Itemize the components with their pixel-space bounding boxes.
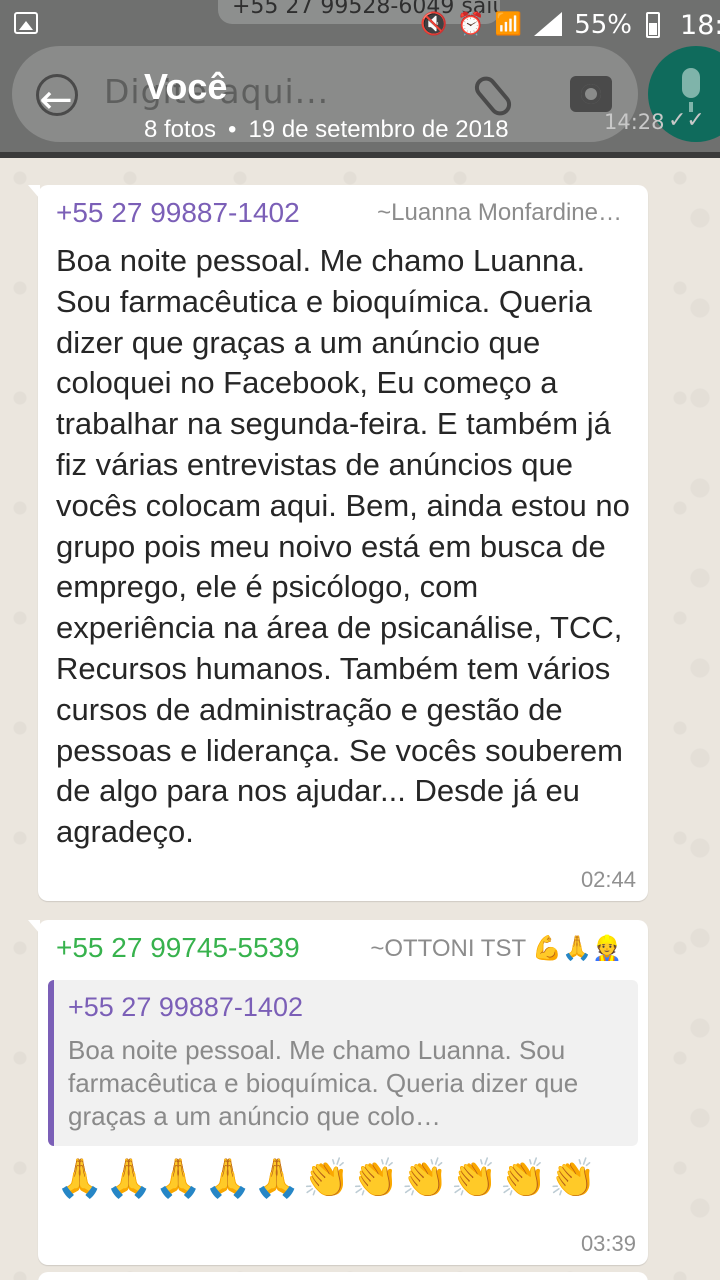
quoted-sender: +55 27 99887-1402 bbox=[68, 992, 303, 1022]
page-title: Você bbox=[144, 66, 228, 107]
message-time: 03:39 bbox=[580, 1231, 636, 1256]
wifi-icon: 📶 bbox=[494, 12, 523, 37]
message-bubble[interactable]: +55 27 99887-1402 ~Luanna Monfardine… Bo… bbox=[28, 185, 648, 901]
signal-icon bbox=[532, 12, 563, 38]
read-ticks-icon: ✓✓ bbox=[668, 108, 705, 133]
battery-icon bbox=[646, 12, 661, 38]
status-bar: 🔇 ⏰ 📶 55% 18:53 bbox=[0, 0, 720, 50]
gallery-notification-icon bbox=[14, 12, 38, 34]
battery-percent: 55% bbox=[574, 10, 633, 40]
photo-count: 8 fotos bbox=[144, 116, 217, 143]
status-icons: 🔇 ⏰ 📶 55% 18:53 bbox=[420, 8, 720, 42]
camera-icon[interactable] bbox=[570, 76, 612, 112]
quote-accent-bar bbox=[48, 980, 54, 1146]
message-nickname: ~OTTONI TST 💪🙏👷 bbox=[370, 935, 622, 962]
message-bubble[interactable]: +55 27 99745-5539 ~OTTONI TST 💪🙏👷 +55 27… bbox=[28, 920, 648, 1265]
message-text: 🙏🙏🙏🙏🙏👏👏👏👏👏👏 bbox=[56, 1156, 599, 1200]
photo-date: 19 de setembro de 2018 bbox=[248, 116, 509, 143]
message-sender[interactable]: +55 27 99887-1402 bbox=[56, 197, 300, 229]
attach-icon[interactable] bbox=[470, 72, 516, 120]
quoted-message[interactable]: +55 27 99887-1402 Boa noite pessoal. Me … bbox=[48, 980, 638, 1146]
back-arrow-icon[interactable]: ← bbox=[34, 78, 78, 122]
message-nickname: ~Luanna Monfardine… bbox=[377, 199, 622, 226]
message-sender[interactable]: +55 27 99745-5539 bbox=[56, 932, 300, 964]
bubble-tail bbox=[28, 185, 40, 199]
clock: 18:53 bbox=[680, 9, 720, 41]
message-bubble[interactable] bbox=[38, 1272, 648, 1280]
photo-viewer-header: +55 27 99528-6049 saiu 🔇 ⏰ 📶 55% 18:53 D… bbox=[0, 0, 720, 152]
alarm-icon: ⏰ bbox=[457, 12, 485, 37]
header-subtitle: 8 fotos • 19 de setembro de 2018 bbox=[144, 116, 509, 144]
bubble-tail bbox=[28, 920, 40, 934]
quoted-text: Boa noite pessoal. Me chamo Luanna. Sou … bbox=[68, 1035, 579, 1131]
mic-icon bbox=[682, 68, 700, 112]
message-text: Boa noite pessoal. Me chamo Luanna. Sou … bbox=[56, 243, 630, 850]
mute-icon: 🔇 bbox=[420, 12, 448, 37]
separator-dot: • bbox=[228, 116, 237, 143]
input-timestamp: 14:28 bbox=[604, 110, 665, 134]
message-time: 02:44 bbox=[580, 867, 636, 892]
header-divider bbox=[0, 152, 720, 158]
